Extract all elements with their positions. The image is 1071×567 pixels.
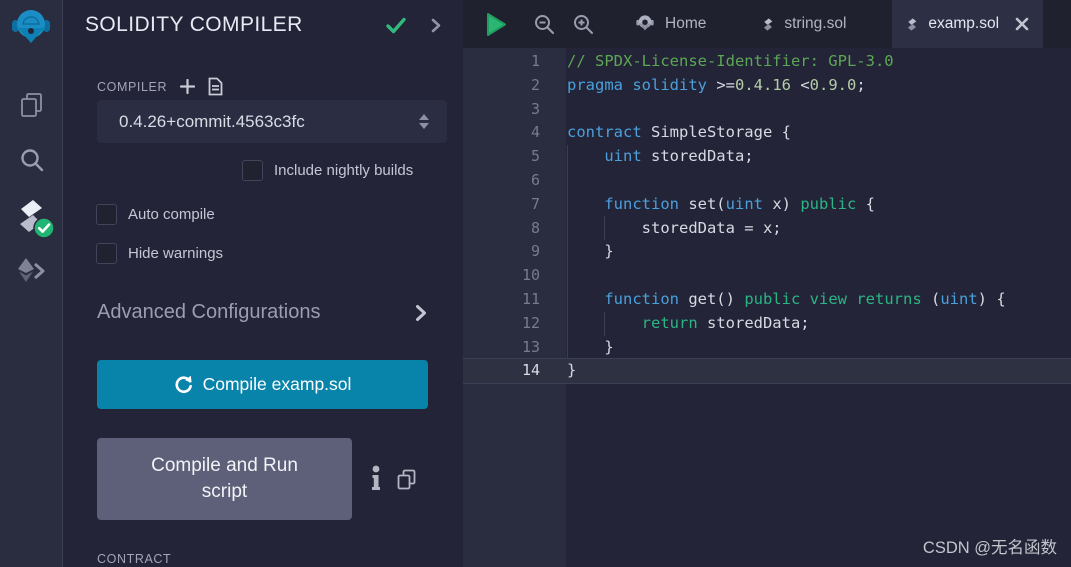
add-compiler-icon[interactable] (180, 79, 196, 94)
code-line-9[interactable]: 9 } (463, 240, 1071, 264)
code-text: pragma solidity >=0.4.16 <0.9.0; (567, 75, 866, 94)
search-icon[interactable] (0, 146, 63, 174)
tab-label: examp.sol (928, 15, 1000, 32)
close-icon[interactable] (1015, 17, 1029, 31)
code-line-12[interactable]: 12 return storedData; (463, 312, 1071, 336)
solidity-file-icon (908, 17, 917, 31)
line-number: 1 (530, 52, 540, 70)
line-number: 14 (521, 361, 540, 380)
run-icon[interactable] (485, 12, 508, 37)
code-text: } (567, 361, 577, 380)
check-icon (385, 16, 407, 35)
select-stepper-icon[interactable] (419, 114, 429, 129)
checkbox-include-nightly-builds[interactable] (242, 160, 263, 181)
refresh-icon (175, 375, 192, 393)
code-text: } (567, 337, 614, 356)
line-number: 11 (521, 289, 540, 308)
code-line-10[interactable]: 10 (463, 264, 1071, 288)
checkbox-label: Auto compile (128, 206, 215, 223)
code-line-1[interactable]: 1 // SPDX-License-Identifier: GPL-3.0 (463, 50, 1071, 74)
compile-button-label: Compile examp.sol (202, 374, 352, 394)
info-icon[interactable] (370, 465, 382, 492)
code-text: } (567, 242, 614, 261)
code-text: contract SimpleStorage { (567, 123, 791, 142)
compile-run-label-line1: Compile and Run (151, 455, 298, 476)
editor-region: Home string.sol examp.sol 1 // SPDX-License… (463, 0, 1071, 567)
panel-header: SOLIDITY COMPILER (85, 13, 441, 37)
code-editor[interactable]: 1 // SPDX-License-Identifier: GPL-3.0 2 pra… (463, 48, 1071, 567)
copy-icon[interactable] (397, 469, 416, 491)
checkbox-label: Include nightly builds (274, 162, 414, 179)
code-line-8[interactable]: 8 storedData = x; (463, 217, 1071, 241)
compiler-section-header: COMPILER (97, 77, 223, 96)
tab-examp-sol[interactable]: examp.sol (892, 0, 1044, 48)
checkbox-row: Auto compile (96, 204, 215, 225)
page-title: SOLIDITY COMPILER (85, 13, 303, 36)
line-number: 10 (521, 266, 540, 285)
compiler-label: COMPILER (97, 79, 168, 94)
file-doc-icon[interactable] (208, 77, 223, 96)
compile-run-label-line2: script (201, 481, 248, 502)
code-text: storedData = x; (567, 218, 782, 237)
code-line-7[interactable]: 7 function set(uint x) public { (463, 193, 1071, 217)
code-line-2[interactable]: 2 pragma solidity >=0.4.16 <0.9.0; (463, 74, 1071, 98)
code-line-14[interactable]: 14} (463, 359, 1071, 384)
line-number: 2 (530, 75, 540, 94)
compile-success-badge-icon (33, 217, 55, 244)
tab-bar: Home string.sol examp.sol (463, 0, 1071, 48)
line-number: 3 (530, 99, 540, 118)
watermark-text: CSDN @无名函数 (922, 539, 1057, 557)
line-number: 7 (530, 194, 540, 213)
line-number: 13 (521, 337, 540, 356)
chevron-right-icon (415, 304, 427, 322)
compiler-version-select[interactable]: 0.4.26+commit.4563c3fc (97, 100, 447, 143)
tab-string-sol[interactable]: string.sol (748, 0, 860, 48)
code-text: return storedData; (641, 313, 810, 332)
checkbox-auto-compile[interactable] (96, 204, 117, 225)
checkbox-row: Include nightly builds (242, 160, 413, 181)
tab-label: string.sol (784, 15, 847, 32)
solidity-compiler-icon[interactable] (0, 198, 63, 239)
code-text: function get() public view returns (uint… (604, 289, 1006, 308)
checkbox-label: Hide warnings (128, 245, 224, 262)
code-text: uint storedData; (604, 147, 754, 166)
panel-collapse-chevron-icon[interactable] (431, 18, 441, 33)
contract-section-label: CONTRACT (97, 552, 172, 566)
tab-label: Home (665, 15, 707, 32)
code-line-6[interactable]: 6 (463, 169, 1071, 193)
solidity-compiler-panel: SOLIDITY COMPILER COMPILER 0.4.26+commit… (64, 0, 463, 567)
icon-panel (0, 0, 63, 567)
open-file-tabs: Home string.sol examp.sol (594, 0, 1044, 48)
remix-logo-icon[interactable] (8, 7, 54, 53)
code-line-3[interactable]: 3 (463, 98, 1071, 122)
checkbox-row: Hide warnings (96, 243, 223, 264)
code-lines: 1 // SPDX-License-Identifier: GPL-3.0 2 pra… (463, 50, 1071, 384)
advanced-configurations-label: Advanced Configurations (97, 301, 321, 323)
advanced-configurations-toggle[interactable]: Advanced Configurations (97, 301, 427, 324)
line-number: 9 (530, 242, 540, 261)
deploy-run-icon[interactable] (0, 256, 63, 286)
zoom-out-icon[interactable] (533, 13, 555, 35)
remix-ide-window: SOLIDITY COMPILER COMPILER 0.4.26+commit… (0, 0, 1071, 567)
code-line-4[interactable]: 4 contract SimpleStorage { (463, 121, 1071, 145)
line-number: 8 (530, 218, 540, 237)
code-line-11[interactable]: 11 function get() public view returns (u… (463, 288, 1071, 312)
tab-home[interactable]: Home (620, 0, 720, 48)
code-line-5[interactable]: 5 uint storedData; (463, 145, 1071, 169)
line-number: 6 (530, 170, 540, 189)
line-number: 4 (530, 123, 540, 142)
solidity-file-icon (764, 17, 773, 31)
zoom-in-icon[interactable] (572, 13, 594, 35)
code-line-13[interactable]: 13 } (463, 336, 1071, 360)
code-text: function set(uint x) public { (604, 194, 875, 213)
compile-button[interactable]: Compile examp.sol (97, 360, 428, 409)
file-explorer-icon[interactable] (0, 90, 63, 120)
compile-and-run-script-button[interactable]: Compile and Run script (97, 438, 352, 520)
line-number: 12 (521, 313, 540, 332)
compiler-version-value: 0.4.26+commit.4563c3fc (119, 111, 305, 131)
code-text: // SPDX-License-Identifier: GPL-3.0 (567, 52, 894, 70)
checkbox-hide-warnings[interactable] (96, 243, 117, 264)
remix-logo-icon (636, 14, 654, 30)
line-number: 5 (530, 147, 540, 166)
